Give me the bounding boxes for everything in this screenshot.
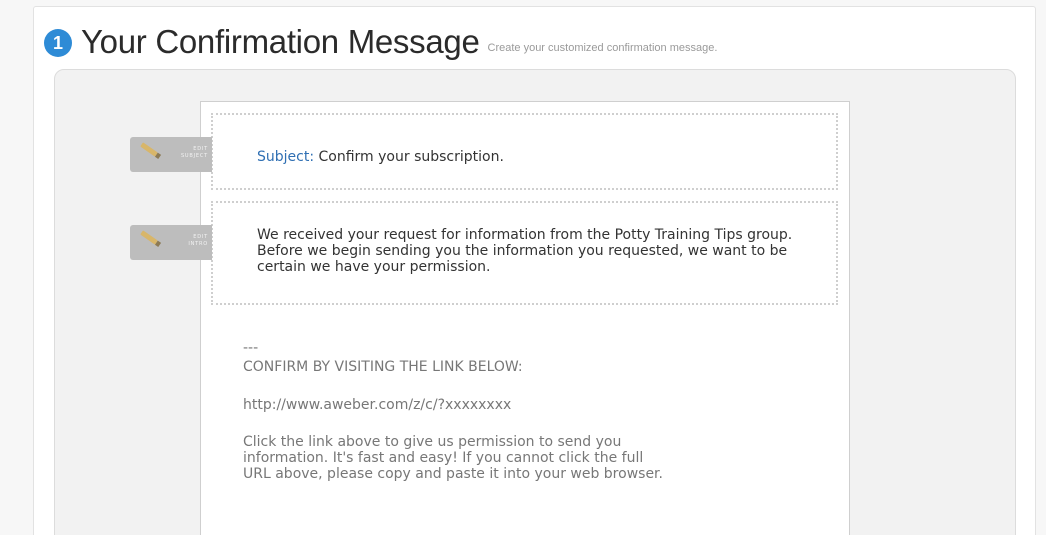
confirm-instructions: Click the link above to give us permissi…: [243, 434, 663, 482]
intro-text: We received your request for information…: [257, 227, 793, 275]
pencil-icon: [140, 230, 158, 245]
edit-subject-label: EDIT SUBJECT: [180, 146, 208, 159]
step-number-icon: 1: [44, 29, 72, 57]
page-title: Your Confirmation Message: [81, 23, 480, 60]
edit-intro-label: EDIT INTRO: [188, 234, 208, 247]
section-header: 1 Your Confirmation Message Create your …: [44, 22, 717, 62]
separator-dashes: ---: [243, 340, 259, 356]
edit-intro-button[interactable]: EDIT INTRO: [130, 225, 212, 260]
edit-subject-button[interactable]: EDIT SUBJECT: [130, 137, 212, 172]
subject-label: Subject:: [257, 149, 315, 165]
confirm-heading: CONFIRM BY VISITING THE LINK BELOW:: [243, 359, 523, 375]
subject-line: Subject: Confirm your subscription.: [257, 149, 504, 165]
subject-value: Confirm your subscription.: [318, 149, 504, 165]
pencil-icon: [140, 142, 158, 157]
page-subtitle: Create your customized confirmation mess…: [487, 41, 718, 54]
confirm-link: http://www.aweber.com/z/c/?xxxxxxxx: [243, 397, 512, 413]
